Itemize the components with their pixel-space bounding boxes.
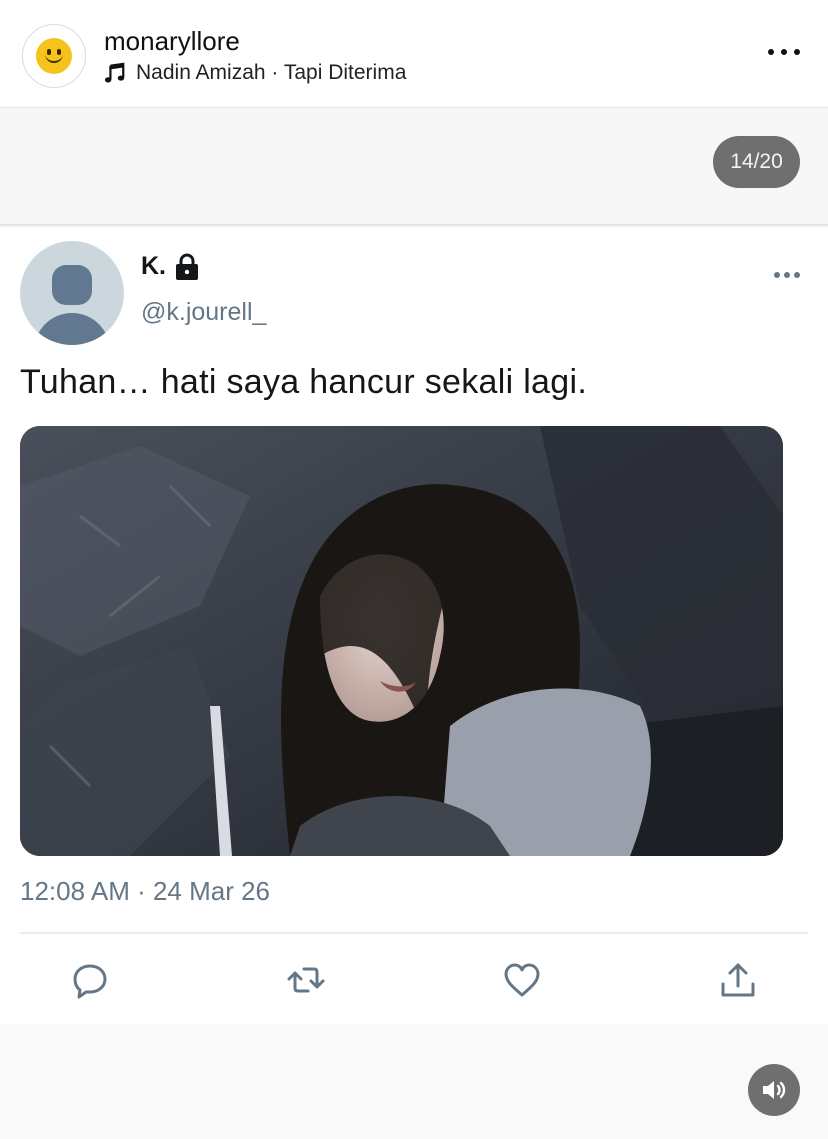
- tweet-timestamp: 12:08 AM · 24 Mar 26: [20, 876, 271, 906]
- tweet-divider: [20, 932, 808, 934]
- tweet-handle: @k.jourell_: [141, 298, 267, 326]
- post-header: monaryllore Nadin Amizah · Tapi Diterima: [0, 0, 828, 108]
- profile-avatar[interactable]: [22, 24, 86, 88]
- tweet-name-row: K.: [141, 252, 200, 281]
- like-icon: [500, 958, 544, 1002]
- reply-icon: [68, 958, 112, 1002]
- smiley-icon: [36, 38, 72, 74]
- more-options-icon[interactable]: [768, 44, 800, 60]
- tweet-photo: [20, 426, 783, 856]
- tweet-display-name: K.: [141, 252, 166, 280]
- post-username[interactable]: monaryllore: [104, 26, 240, 57]
- carousel-counter: 14/20: [713, 136, 800, 188]
- music-attribution[interactable]: Nadin Amizah · Tapi Diterima: [104, 60, 406, 86]
- music-note-icon: [104, 62, 125, 83]
- carousel-top-area: 14/20: [0, 108, 828, 226]
- tweet-card: K. @k.jourell_ Tuhan… hati saya hancur s…: [0, 228, 828, 1024]
- share-icon: [716, 958, 760, 1002]
- tweet-text: Tuhan… hati saya hancur sekali lagi.: [20, 363, 588, 401]
- music-track-text: Nadin Amizah · Tapi Diterima: [136, 61, 407, 84]
- tweet-avatar: [20, 241, 124, 345]
- audio-toggle-button[interactable]: [748, 1064, 800, 1116]
- retweet-icon: [284, 958, 328, 1002]
- tweet-more-icon: [774, 272, 800, 278]
- lock-icon: [176, 253, 198, 280]
- speaker-icon: [763, 1081, 786, 1099]
